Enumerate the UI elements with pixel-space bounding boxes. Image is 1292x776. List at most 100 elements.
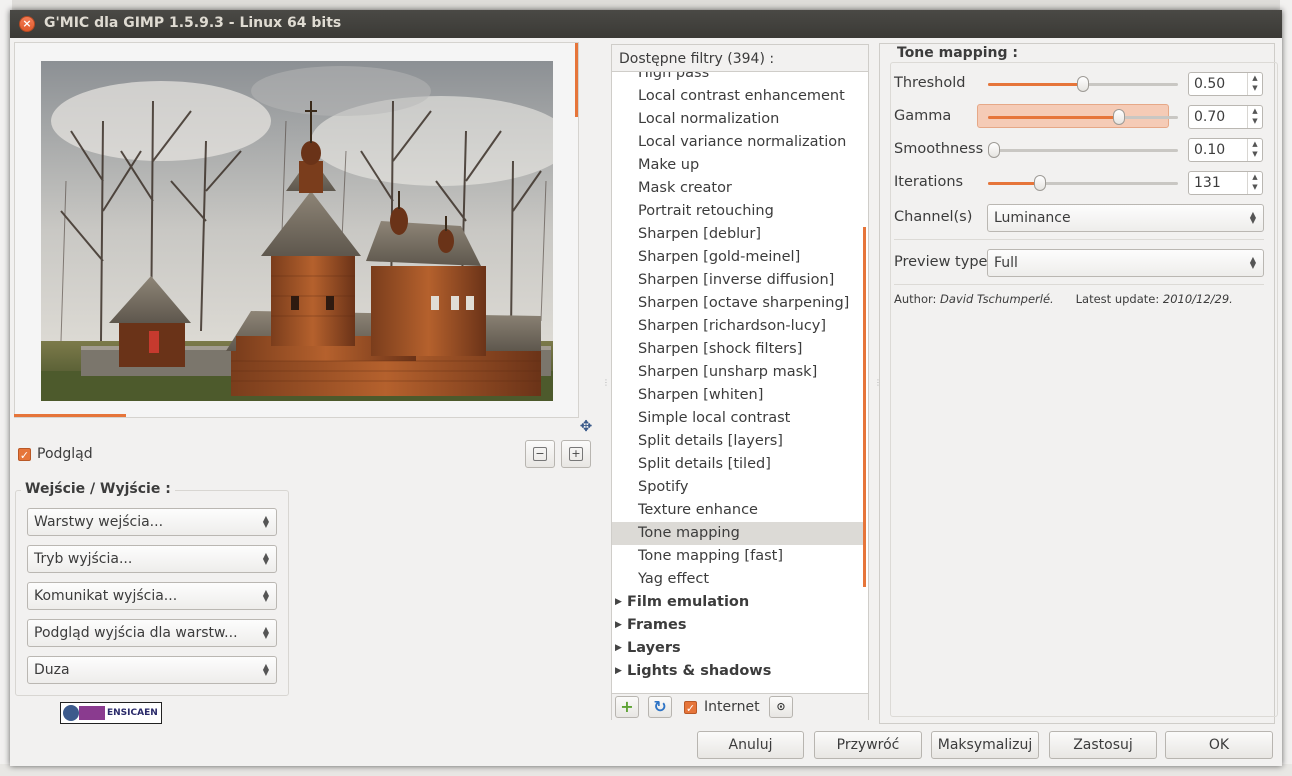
filter-item[interactable]: Spotify [612, 476, 864, 499]
preview-image [41, 61, 553, 401]
preview-toggle[interactable]: ✓ Podgląd [18, 446, 93, 462]
filter-item[interactable]: Portrait retouching [612, 200, 864, 223]
zoom-out-button[interactable]: − [525, 440, 555, 468]
filter-category[interactable]: ▶ Layers [612, 637, 864, 660]
apply-button[interactable]: Zastosuj [1049, 731, 1157, 759]
output-preview-value: Podgląd wyjścia dla warstw... [34, 625, 238, 641]
slider-thumb[interactable] [988, 142, 1000, 158]
window-title: G'MIC dla GIMP 1.5.9.3 - Linux 64 bits [44, 15, 342, 31]
filter-category[interactable]: ▶ Lights & shadows [612, 660, 864, 683]
filter-item[interactable]: Sharpen [richardson-lucy] [612, 315, 864, 338]
filter-item-label: Tone mapping [fast] [638, 548, 783, 564]
filter-item-label: Split details [tiled] [638, 456, 771, 472]
threshold-label: Threshold [894, 75, 966, 91]
settings-icon[interactable]: ⊙ [769, 696, 793, 718]
smoothness-slider[interactable] [988, 140, 1178, 160]
filter-item[interactable]: Local normalization [612, 108, 864, 131]
filter-item[interactable]: Yag effect [612, 568, 864, 591]
preview-scroll-indicator-vertical[interactable] [575, 43, 578, 117]
filter-item-label: Sharpen [whiten] [638, 387, 764, 403]
filter-item[interactable]: High pass [612, 72, 864, 85]
filter-list-scrollbar[interactable] [863, 227, 866, 587]
filter-item-label: Texture enhance [638, 502, 758, 518]
output-preview-select[interactable]: Podgląd wyjścia dla warstw... ▲ ▼ [27, 619, 277, 647]
chevron-updown-icon: ▲ ▼ [262, 551, 269, 566]
pane-handle-right[interactable]: ⋮ [874, 378, 882, 388]
add-filter-icon[interactable]: + [615, 696, 639, 718]
output-mode-select[interactable]: Tryb wyjścia... ▲ ▼ [27, 545, 277, 573]
gamma-value: 0.70 [1194, 109, 1226, 125]
smoothness-value: 0.10 [1194, 142, 1226, 158]
filter-item[interactable]: Split details [layers] [612, 430, 864, 453]
maximize-button[interactable]: Maksymalizuj [931, 731, 1039, 759]
internet-checkbox[interactable]: ✓ [684, 701, 697, 715]
filter-item[interactable]: Sharpen [unsharp mask] [612, 361, 864, 384]
gamma-spinbox[interactable]: 0.70 ▲ ▼ [1188, 105, 1263, 129]
expand-arrow-icon[interactable]: ▶ [615, 660, 622, 683]
filter-item[interactable]: Sharpen [gold-meinel] [612, 246, 864, 269]
reset-button[interactable]: Przywróć [814, 731, 922, 759]
input-layers-select[interactable]: Warstwy wejścia... ▲ ▼ [27, 508, 277, 536]
zoom-in-button[interactable]: + [561, 440, 591, 468]
preview-scroll-indicator-horizontal[interactable] [14, 414, 126, 417]
slider-thumb[interactable] [1077, 76, 1089, 92]
filter-item-label: Make up [638, 157, 700, 173]
refresh-icon[interactable]: ↻ [648, 696, 672, 718]
filter-item[interactable]: Local contrast enhancement [612, 85, 864, 108]
expand-arrow-icon[interactable]: ▶ [615, 614, 622, 637]
threshold-spinbox[interactable]: 0.50 ▲ ▼ [1188, 72, 1263, 96]
filter-item[interactable]: Sharpen [inverse diffusion] [612, 269, 864, 292]
slider-thumb[interactable] [1113, 109, 1125, 125]
preview-type-value: Full [994, 255, 1018, 271]
filter-item-label: Yag effect [638, 571, 710, 587]
pane-handle-left[interactable]: ⋮ [602, 378, 610, 388]
output-message-select[interactable]: Komunikat wyjścia... ▲ ▼ [27, 582, 277, 610]
spin-arrows-icon[interactable]: ▲ ▼ [1247, 106, 1262, 128]
chevron-updown-icon: ▲ ▼ [262, 514, 269, 529]
filter-item[interactable]: Local variance normalization [612, 131, 864, 154]
chevron-updown-icon: ▲ ▼ [1249, 255, 1256, 270]
close-icon[interactable]: × [19, 16, 35, 32]
filter-tree[interactable]: High pass Local contrast enhancement Local… [612, 72, 868, 692]
filter-item[interactable]: Sharpen [shock filters] [612, 338, 864, 361]
ok-button[interactable]: OK [1165, 731, 1273, 759]
zoom-in-icon: + [569, 447, 583, 461]
filter-item[interactable]: Mask creator [612, 177, 864, 200]
threshold-slider[interactable] [988, 74, 1178, 94]
filter-item-label: Local normalization [638, 111, 780, 127]
spin-arrows-icon[interactable]: ▲ ▼ [1247, 139, 1262, 161]
filter-author-info: Author: David Tschumperlé. Latest update… [894, 292, 1233, 306]
move-preview-icon[interactable]: ✥ [578, 418, 594, 434]
spin-arrows-icon[interactable]: ▲ ▼ [1247, 172, 1262, 194]
iterations-spinbox[interactable]: 131 ▲ ▼ [1188, 171, 1263, 195]
gamma-slider[interactable] [988, 107, 1178, 127]
filter-category[interactable]: ▶ Frames [612, 614, 864, 637]
preview-type-select[interactable]: Full ▲ ▼ [987, 249, 1264, 277]
filter-item[interactable]: Tone mapping [612, 522, 864, 545]
filter-item-label: Portrait retouching [638, 203, 774, 219]
filter-item[interactable]: Split details [tiled] [612, 453, 864, 476]
filter-item[interactable]: Make up [612, 154, 864, 177]
title-bar[interactable]: × G'MIC dla GIMP 1.5.9.3 - Linux 64 bits [10, 10, 1282, 38]
preview-checkbox[interactable]: ✓ [18, 447, 31, 462]
slider-thumb[interactable] [1034, 175, 1046, 191]
spin-arrows-icon[interactable]: ▲ ▼ [1247, 73, 1262, 95]
filter-item[interactable]: Sharpen [whiten] [612, 384, 864, 407]
filter-item[interactable]: Simple local contrast [612, 407, 864, 430]
iterations-slider[interactable] [988, 173, 1178, 193]
filter-item[interactable]: Tone mapping [fast] [612, 545, 864, 568]
filter-item[interactable]: Sharpen [octave sharpening] [612, 292, 864, 315]
filter-category[interactable]: ▶ Film emulation [612, 591, 864, 614]
filter-item[interactable]: Texture enhance [612, 499, 864, 522]
channels-select[interactable]: Luminance ▲ ▼ [987, 204, 1264, 232]
smoothness-spinbox[interactable]: 0.10 ▲ ▼ [1188, 138, 1263, 162]
filter-item[interactable]: Sharpen [deblur] [612, 223, 864, 246]
preview-size-select[interactable]: Duza ▲ ▼ [27, 656, 277, 684]
expand-arrow-icon[interactable]: ▶ [615, 637, 622, 660]
author-name: David Tschumperlé. [940, 292, 1054, 306]
expand-arrow-icon[interactable]: ▶ [615, 591, 622, 614]
filter-item-label: Lights & shadows [627, 663, 772, 679]
chevron-updown-icon: ▲ ▼ [262, 625, 269, 640]
cancel-button[interactable]: Anuluj [697, 731, 804, 759]
filters-header: Dostępne filtry (394) : [612, 45, 868, 72]
